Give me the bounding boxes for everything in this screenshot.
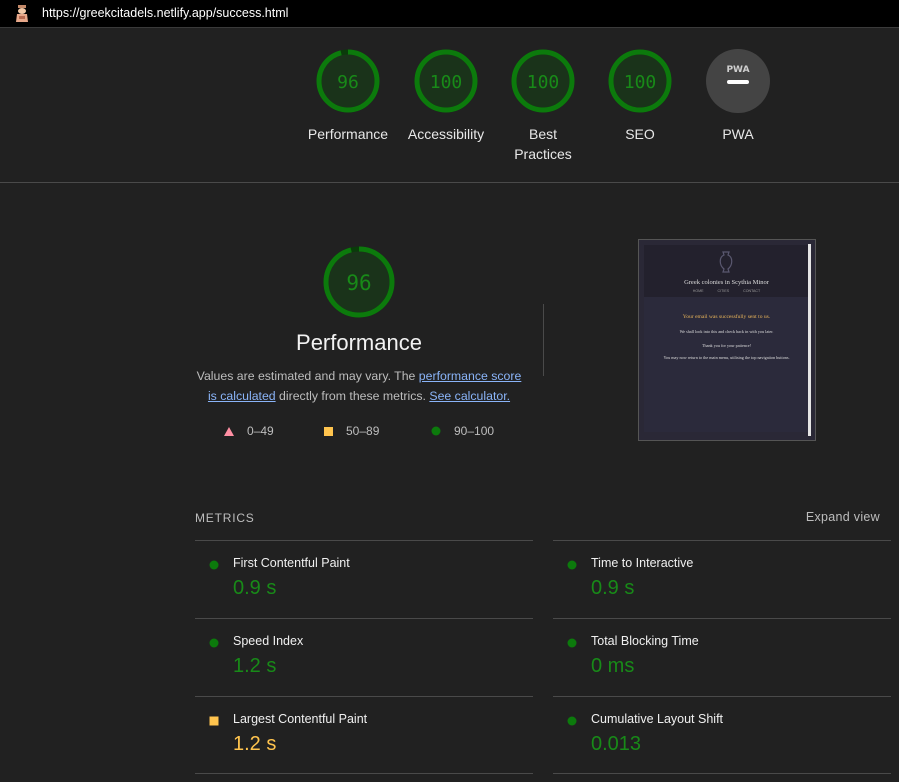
gauge-seo[interactable]: 100 SEO: [585, 48, 695, 144]
gauge-label: SEO: [625, 126, 655, 142]
see-calculator-link[interactable]: See calculator.: [429, 389, 510, 403]
metric-speed-index[interactable]: Speed Index 1.2 s: [195, 618, 533, 696]
square-average-icon: [324, 426, 333, 436]
gauge-label: PWA: [722, 126, 754, 142]
performance-score: 96: [337, 72, 359, 93]
metric-value: 1.2 s: [233, 655, 277, 677]
metric-name: Largest Contentful Paint: [233, 712, 368, 726]
legend-range: 90–100: [454, 424, 495, 438]
best-practices-score-ring: 100: [511, 49, 575, 113]
metric-value: 0 ms: [591, 655, 635, 677]
legend-range: 50–89: [346, 424, 380, 438]
circle-pass-icon: [567, 638, 577, 648]
circle-pass-icon: [567, 716, 577, 726]
metric-value: 0.9 s: [233, 577, 277, 599]
triangle-fail-icon: [224, 426, 234, 436]
circle-pass-icon: [567, 560, 577, 570]
metric-name: Cumulative Layout Shift: [591, 712, 724, 726]
thumb-nav-item: HOME: [692, 289, 704, 293]
best-practices-score: 100: [527, 72, 560, 93]
metric-name: Total Blocking Time: [591, 634, 699, 648]
thumb-nav-item: CONTACT: [743, 289, 761, 293]
performance-score-ring: 96: [316, 49, 380, 113]
section-divider: [543, 304, 544, 376]
thumb-text-line: We shall look into this and check back i…: [679, 329, 774, 334]
thumb-nav-item: CITIES: [717, 289, 730, 293]
accessibility-score: 100: [430, 72, 463, 93]
seo-score: 100: [624, 72, 657, 93]
expand-view-button[interactable]: Expand view: [790, 510, 880, 524]
metric-time-to-interactive[interactable]: Time to Interactive 0.9 s: [553, 540, 891, 618]
thumb-body: Your email was successfully sent to us. …: [644, 297, 809, 432]
metric-value: 0.013: [591, 733, 642, 755]
site-favicon-icon: [16, 5, 28, 22]
gauge-accessibility[interactable]: 100 Accessibility: [391, 48, 501, 144]
performance-title: Performance: [296, 330, 422, 355]
gauge-label: Best Practices: [514, 126, 572, 162]
desc-prefix: Values are estimated and may vary. The: [196, 369, 419, 383]
thumb-text-line: You may now return to the main menu, uti…: [663, 355, 790, 360]
circle-pass-icon: [209, 560, 219, 570]
seo-score-ring: 100: [608, 49, 672, 113]
performance-description: Values are estimated and may vary. The p…: [192, 366, 526, 406]
url-text: https://greekcitadels.netlify.app/succes…: [42, 6, 289, 20]
thumb-nav: HOME CITIES CONTACT: [644, 289, 809, 293]
performance-main-score: 96: [346, 271, 371, 295]
square-average-icon: [209, 716, 219, 726]
category-gauges: 96 Performance 100 Accessibility 100 Bes…: [0, 29, 899, 183]
metric-value: 1.2 s: [233, 733, 277, 755]
pwa-badge-icon: PWA: [706, 49, 770, 113]
circle-pass-icon: [431, 426, 441, 436]
desc-middle: directly from these metrics.: [275, 389, 430, 403]
legend-pass: 90–100: [430, 424, 494, 438]
gauge-label: Performance: [307, 126, 389, 142]
pwa-badge-text: PWA: [726, 65, 749, 75]
thumb-text-line: Thank you for your patience!: [701, 343, 752, 348]
gauge-pwa[interactable]: PWA PWA: [683, 48, 793, 144]
browser-url-bar[interactable]: https://greekcitadels.netlify.app/succes…: [0, 0, 899, 28]
legend-average: 50–89: [323, 424, 379, 438]
final-screenshot-thumbnail[interactable]: Greek colonies in Scythia Minor HOME CIT…: [638, 239, 816, 441]
legend-fail: 0–49: [223, 424, 274, 438]
thumb-success-message: Your email was successfully sent to us.: [682, 314, 771, 320]
pwa-dash-icon: [727, 80, 749, 84]
performance-main-gauge: 96: [323, 246, 395, 318]
metric-total-blocking-time[interactable]: Total Blocking Time 0 ms: [553, 618, 891, 696]
metrics-heading: METRICS: [195, 511, 255, 525]
thumb-scrollbar: [808, 244, 811, 436]
circle-pass-icon: [209, 638, 219, 648]
metric-name: Speed Index: [233, 634, 304, 648]
metric-first-contentful-paint[interactable]: First Contentful Paint 0.9 s: [195, 540, 533, 618]
metric-name: Time to Interactive: [591, 556, 694, 570]
thumb-site-title: Greek colonies in Scythia Minor: [684, 279, 769, 286]
metric-cumulative-layout-shift[interactable]: Cumulative Layout Shift 0.013: [553, 696, 891, 774]
metric-name: First Contentful Paint: [233, 556, 350, 570]
accessibility-score-ring: 100: [414, 49, 478, 113]
gauge-performance[interactable]: 96 Performance: [293, 48, 403, 144]
amphora-logo-icon: [719, 251, 733, 273]
metric-largest-contentful-paint[interactable]: Largest Contentful Paint 1.2 s: [195, 696, 533, 774]
gauge-best-practices[interactable]: 100 Best Practices: [488, 48, 598, 164]
metric-value: 0.9 s: [591, 577, 635, 599]
gauge-label: Accessibility: [407, 126, 485, 142]
thumb-header: Greek colonies in Scythia Minor HOME CIT…: [644, 245, 809, 297]
legend-range: 0–49: [247, 424, 274, 438]
